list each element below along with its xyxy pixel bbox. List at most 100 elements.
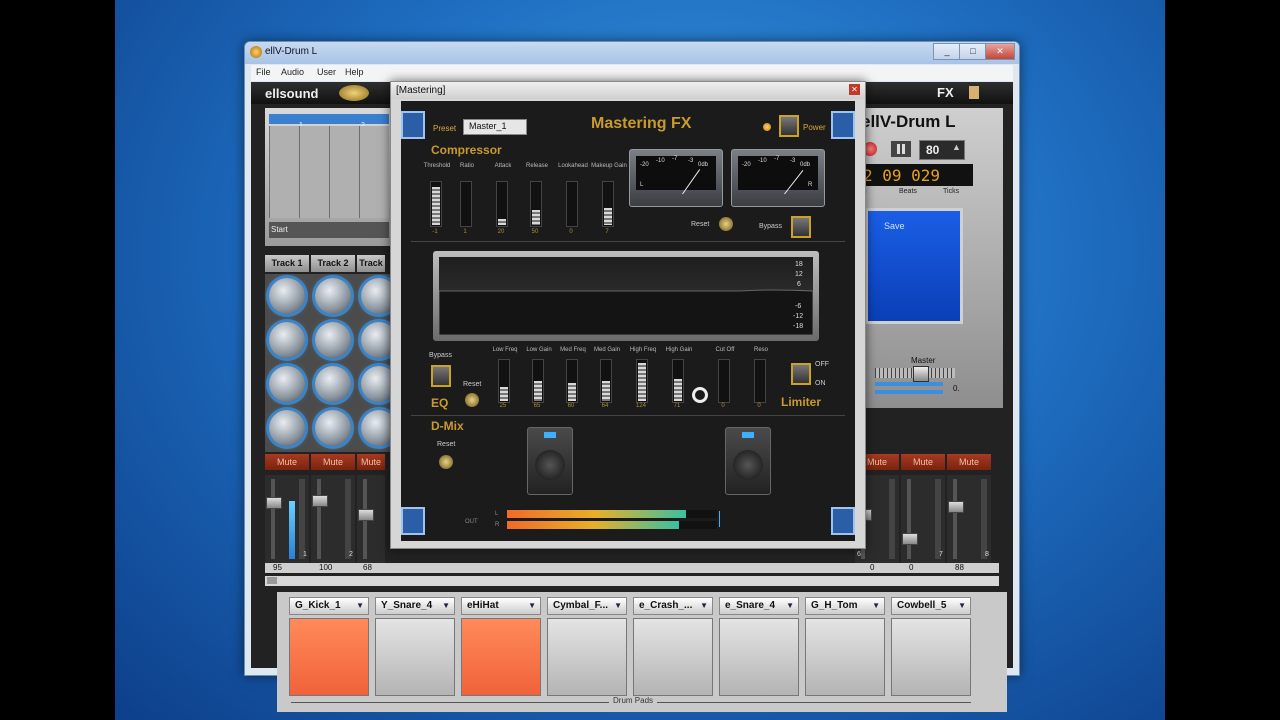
comp-slider[interactable]	[566, 181, 578, 227]
scroll-thumb[interactable]	[267, 577, 277, 584]
meter-scale-label: -20	[742, 162, 751, 168]
drum-pad[interactable]	[805, 618, 885, 696]
pad-sound-select[interactable]: Y_Snare_4 ▼	[375, 597, 455, 615]
menu-file[interactable]: File	[256, 67, 271, 77]
pad-sound-select[interactable]: eHiHat ▼	[461, 597, 541, 615]
menu-help[interactable]: Help	[345, 67, 364, 77]
channel-fader[interactable]: 7	[901, 475, 945, 565]
mute-button[interactable]: Mute	[357, 454, 385, 470]
drum-pad[interactable]	[633, 618, 713, 696]
compressor-meter-right: -20 -10 -7 -3 0db R	[731, 149, 825, 207]
compressor-bypass-button[interactable]	[791, 216, 811, 238]
comp-slider[interactable]	[430, 181, 442, 227]
pad-sound-select[interactable]: e_Crash_... ▼	[633, 597, 713, 615]
mixer-scrollbar[interactable]	[265, 576, 999, 586]
slider-fill	[532, 210, 540, 225]
eq-param-value: 64	[601, 403, 609, 409]
track-knob[interactable]	[315, 410, 351, 446]
notes-icon[interactable]	[969, 86, 979, 99]
eq-reset-button[interactable]	[465, 393, 479, 407]
master-meter	[875, 390, 943, 394]
track-2-header[interactable]: Track 2	[311, 255, 355, 272]
fader-values: 95 100 68 0 0 88	[265, 563, 999, 573]
eq-bypass-button[interactable]	[431, 365, 451, 387]
mute-button[interactable]: Mute	[901, 454, 945, 470]
pad-sound-select[interactable]: G_Kick_1 ▼	[289, 597, 369, 615]
maximize-button[interactable]: □	[959, 43, 987, 60]
pad-sound-select[interactable]: Cymbal_F... ▼	[547, 597, 627, 615]
dmix-right-speaker[interactable]	[725, 427, 771, 495]
track-knob[interactable]	[269, 410, 305, 446]
slider-fill	[568, 383, 576, 401]
compressor-reset-button[interactable]	[719, 217, 733, 231]
meter-channel: L	[640, 182, 644, 188]
drum-pad[interactable]	[289, 618, 369, 696]
mastering-title-bar[interactable]: [Mastering] ✕	[391, 82, 865, 99]
start-bar[interactable]: Start	[269, 222, 389, 238]
pad-sound-select[interactable]: e_Snare_4 ▼	[719, 597, 799, 615]
close-button[interactable]: ✕	[985, 43, 1015, 60]
eq-slider[interactable]	[498, 359, 510, 403]
tempo-field[interactable]: 80 ▲	[919, 140, 965, 160]
pad-sound-select[interactable]: G_H_Tom ▼	[805, 597, 885, 615]
drum-pad[interactable]	[891, 618, 971, 696]
pause-button[interactable]	[891, 141, 911, 157]
comp-slider[interactable]	[460, 181, 472, 227]
window-title-bar[interactable]: ellV-Drum L _ □ ✕	[245, 42, 1019, 64]
track-knob[interactable]	[315, 366, 351, 402]
mute-button[interactable]: Mute	[265, 454, 309, 470]
pad-sound-select[interactable]: Cowbell_5 ▼	[891, 597, 971, 615]
eq-slider[interactable]	[672, 359, 684, 403]
meter-scale-label: -7	[672, 156, 678, 162]
eq-spectrum-display[interactable]: 18 12 6 -6 -12 -18	[439, 257, 813, 335]
dmix-left-speaker[interactable]	[527, 427, 573, 495]
comp-slider[interactable]	[496, 181, 508, 227]
eq-slider[interactable]	[566, 359, 578, 403]
drum-pad[interactable]	[461, 618, 541, 696]
comp-slider[interactable]	[602, 181, 614, 227]
eq-slider[interactable]	[636, 359, 648, 403]
channel-fader[interactable]: 2	[311, 475, 355, 565]
eq-slider[interactable]	[754, 359, 766, 403]
channel-fader[interactable]	[357, 475, 385, 565]
menu-audio[interactable]: Audio	[281, 67, 304, 77]
comp-slider[interactable]	[530, 181, 542, 227]
eq-slider[interactable]	[718, 359, 730, 403]
track-knob[interactable]	[315, 322, 351, 358]
dmix-reset-button[interactable]	[439, 455, 453, 469]
power-button[interactable]	[779, 115, 799, 137]
eq-slider[interactable]	[600, 359, 612, 403]
track-knob[interactable]	[269, 278, 305, 314]
fx-label[interactable]: FX	[937, 85, 954, 100]
eq-curve	[439, 289, 813, 335]
close-icon[interactable]: ✕	[849, 84, 860, 95]
track-1-header[interactable]: Track 1	[265, 255, 309, 272]
mute-button[interactable]: Mute	[947, 454, 991, 470]
menu-user[interactable]: User	[317, 67, 336, 77]
save-panel[interactable]: Save	[865, 208, 963, 324]
timeline-grid[interactable]	[269, 126, 389, 218]
output-meter-right	[507, 521, 717, 529]
track-knob[interactable]	[315, 278, 351, 314]
limiter-toggle[interactable]	[791, 363, 811, 385]
master-slider[interactable]	[875, 366, 955, 382]
slider-fill	[500, 387, 508, 401]
channel-fader[interactable]: 8	[947, 475, 991, 565]
corner-bracket	[831, 111, 855, 139]
preset-select[interactable]: Master_1	[463, 119, 527, 135]
tempo-spinner-icon[interactable]: ▲	[952, 142, 961, 152]
channel-fader[interactable]: 1	[265, 475, 309, 565]
eq-slider[interactable]	[532, 359, 544, 403]
counter-label: Ticks	[943, 188, 960, 195]
timeline-panel: 1 2 Start	[265, 108, 393, 246]
drum-pad[interactable]	[719, 618, 799, 696]
master-slider-thumb[interactable]	[913, 366, 929, 382]
drum-pad[interactable]	[547, 618, 627, 696]
timeline-position-bar[interactable]	[269, 114, 389, 124]
track-knob[interactable]	[269, 366, 305, 402]
track-knob[interactable]	[269, 322, 305, 358]
minimize-button[interactable]: _	[933, 43, 961, 60]
mute-button[interactable]: Mute	[311, 454, 355, 470]
track-3-header[interactable]: Track	[357, 255, 385, 272]
drum-pad[interactable]	[375, 618, 455, 696]
